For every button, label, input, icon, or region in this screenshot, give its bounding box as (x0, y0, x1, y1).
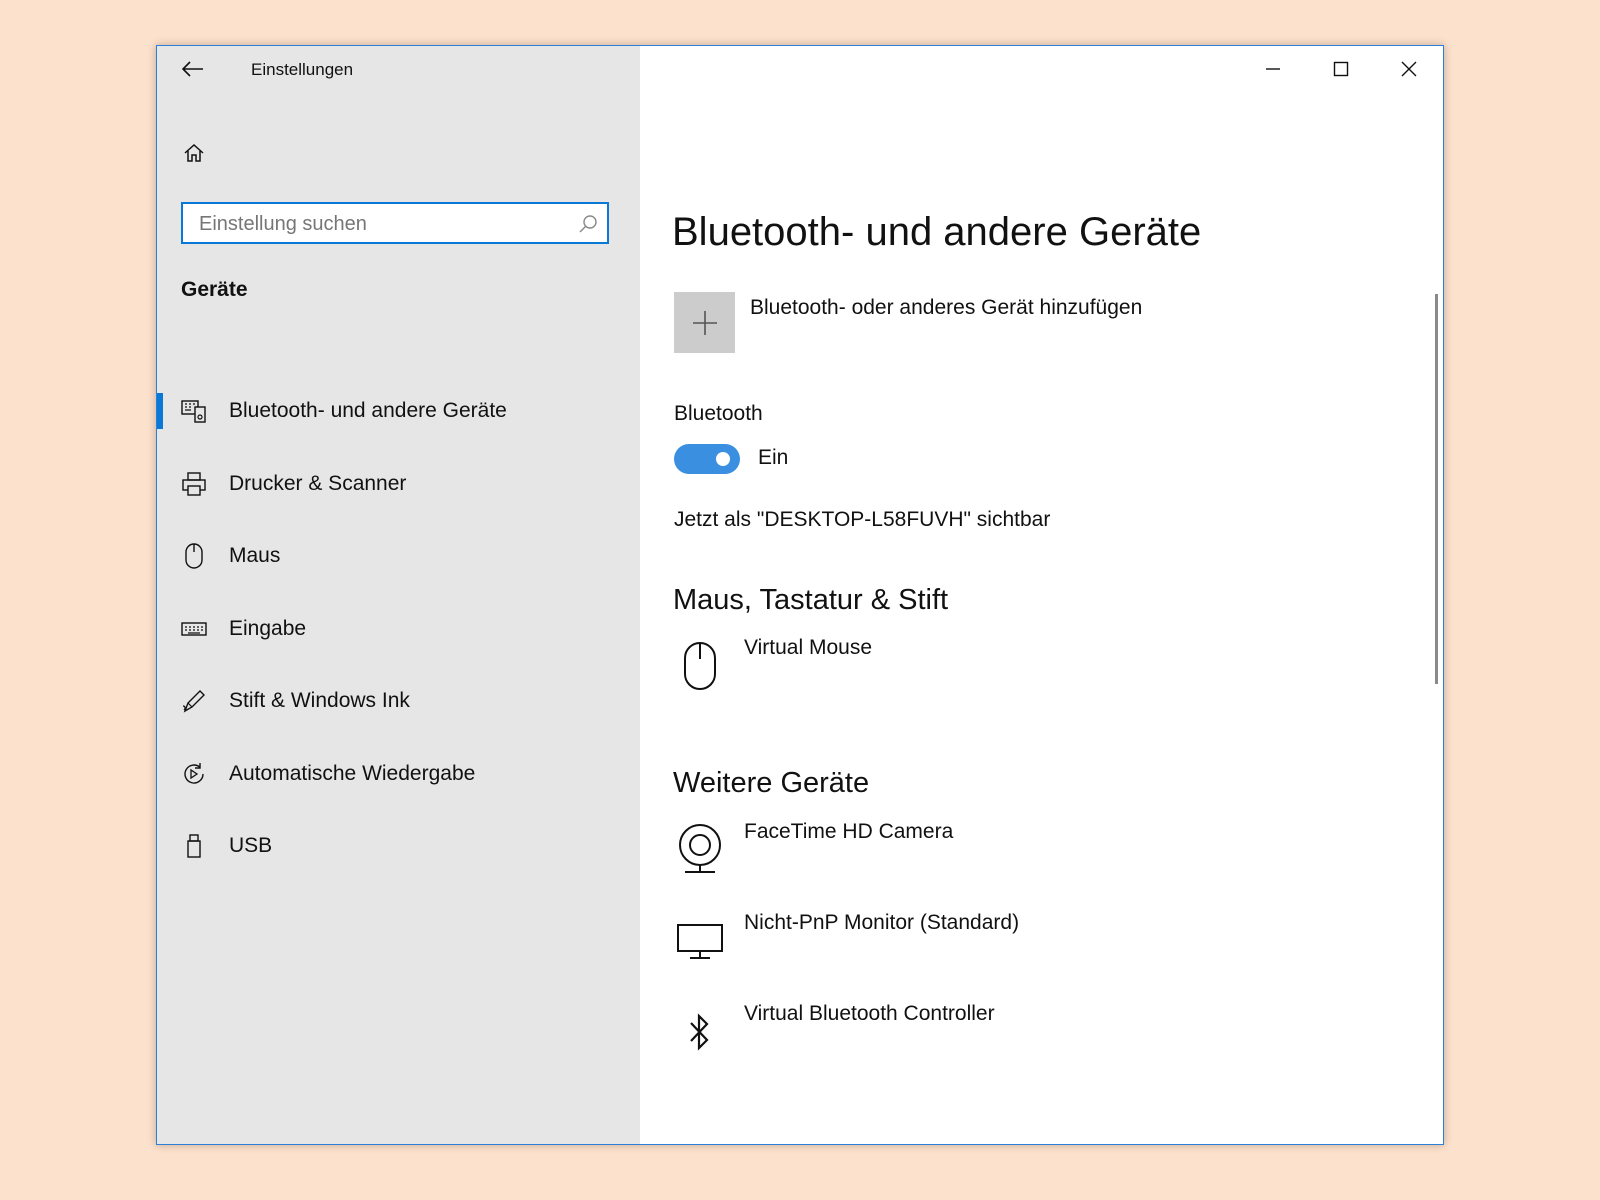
minimize-icon (1266, 68, 1280, 70)
add-device-label[interactable]: Bluetooth- oder anderes Gerät hinzufügen (750, 296, 1142, 320)
device-bluetooth-controller[interactable]: Virtual Bluetooth Controller (674, 1002, 1274, 1072)
add-device-button[interactable]: Bluetooth- oder anderes Gerät hinzufügen (674, 292, 1234, 354)
close-icon (1401, 61, 1417, 77)
sidebar-item-label: Maus (229, 544, 281, 568)
minimize-button[interactable] (1239, 46, 1307, 92)
monitor-icon (674, 911, 726, 971)
home-icon (184, 143, 204, 162)
sidebar-nav: Bluetooth- und andere Geräte Drucker & S… (157, 375, 640, 883)
bluetooth-label: Bluetooth (674, 402, 763, 425)
sidebar-item-label: Eingabe (229, 616, 307, 640)
device-facetime-camera[interactable]: FaceTime HD Camera (674, 820, 1274, 890)
device-label: Virtual Mouse (744, 636, 873, 659)
pen-icon (179, 686, 209, 716)
device-label: Virtual Bluetooth Controller (744, 1002, 995, 1025)
sidebar-item-label: Bluetooth- und andere Geräte (229, 399, 507, 423)
sidebar-item-mouse[interactable]: Maus (157, 520, 640, 593)
sidebar-item-autoplay[interactable]: Automatische Wiedergabe (157, 738, 640, 811)
sidebar-item-printers[interactable]: Drucker & Scanner (157, 448, 640, 521)
page-title: Bluetooth- und andere Geräte (672, 210, 1202, 254)
webcam-icon (674, 820, 726, 880)
usb-icon (179, 831, 209, 861)
device-monitor[interactable]: Nicht-PnP Monitor (Standard) (674, 911, 1274, 981)
settings-window: Einstellungen Geräte Bluetooth- und ande… (156, 45, 1444, 1145)
back-button[interactable] (175, 54, 211, 84)
maximize-button[interactable] (1307, 46, 1375, 92)
section-title: Geräte (181, 278, 248, 301)
main-panel: Bluetooth- und andere Geräte Bluetooth- … (640, 46, 1443, 1144)
maximize-icon (1333, 61, 1349, 77)
sidebar-item-label: USB (229, 834, 273, 858)
keyboard-icon (179, 614, 209, 644)
search-input[interactable] (183, 204, 581, 244)
scrollbar[interactable] (1435, 294, 1438, 684)
sidebar-item-pen[interactable]: Stift & Windows Ink (157, 665, 640, 738)
mouse-icon (179, 541, 209, 571)
close-button[interactable] (1375, 46, 1443, 92)
device-label: FaceTime HD Camera (744, 820, 954, 843)
search-icon[interactable] (577, 213, 599, 235)
bluetooth-toggle[interactable] (674, 444, 740, 474)
add-tile[interactable] (674, 292, 735, 353)
home-button[interactable] (177, 136, 211, 170)
toggle-knob (716, 452, 730, 466)
sidebar-item-label: Automatische Wiedergabe (229, 761, 476, 785)
sidebar-item-label: Stift & Windows Ink (229, 689, 410, 713)
device-virtual-mouse[interactable]: Virtual Mouse (674, 636, 1274, 706)
back-arrow-icon (182, 61, 203, 77)
printer-icon (179, 469, 209, 499)
sidebar-item-input[interactable]: Eingabe (157, 593, 640, 666)
sidebar-item-label: Drucker & Scanner (229, 471, 407, 495)
visibility-text: Jetzt als "DESKTOP-L58FUVH" sichtbar (674, 508, 1051, 531)
sidebar-item-bluetooth[interactable]: Bluetooth- und andere Geräte (157, 375, 640, 448)
mouse-icon (674, 636, 726, 696)
sidebar-item-usb[interactable]: USB (157, 810, 640, 883)
bluetooth-state: Ein (758, 446, 789, 469)
plus-icon (692, 310, 717, 335)
device-label: Nicht-PnP Monitor (Standard) (744, 911, 1020, 934)
group-title-mouse-keyboard-pen: Maus, Tastatur & Stift (673, 584, 949, 616)
group-title-other-devices: Weitere Geräte (673, 767, 870, 799)
window-controls (1239, 46, 1443, 92)
bluetooth-devices-icon (179, 396, 209, 426)
search-box[interactable] (181, 202, 609, 244)
bluetooth-icon (674, 1002, 726, 1062)
autoplay-icon (179, 759, 209, 789)
app-title: Einstellungen (251, 60, 354, 79)
sidebar: Einstellungen Geräte Bluetooth- und ande… (157, 46, 640, 1144)
